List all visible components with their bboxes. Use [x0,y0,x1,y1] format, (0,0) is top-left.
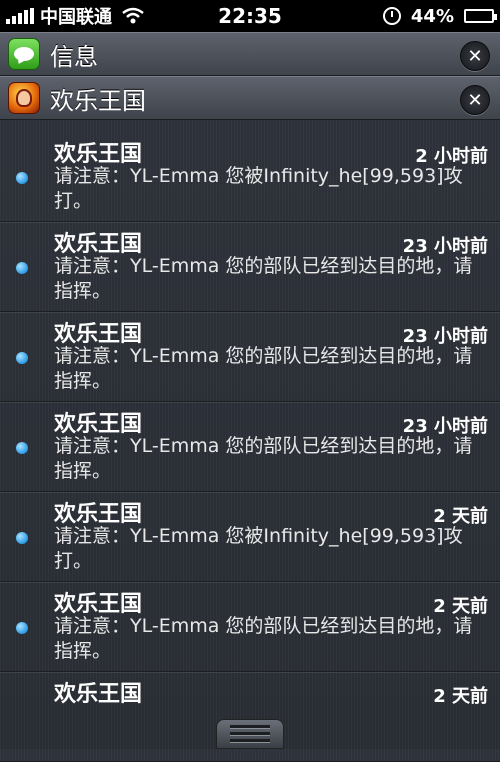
notification-body: 请注意：YL-Emma 您的部队已经到达目的地，请指挥。 [54,255,473,302]
notification-app: 欢乐王国 [54,682,143,707]
drag-handle[interactable] [216,719,284,749]
notification-body: 请注意：YL-Emma 您被Infinity_he[99,593]攻打。 [54,525,463,572]
notification-item[interactable]: 欢乐王国 2 小时前 请注意：YL-Emma 您被Infinity_he[99,… [0,132,500,222]
game-app-icon [8,82,40,114]
section-title: 信息 [50,42,98,71]
notification-body: 请注意：YL-Emma 您被Infinity_he[99,593]攻打。 [54,165,463,212]
section-title: 欢乐王国 [50,86,146,115]
battery-icon [464,9,497,23]
wifi-icon [122,7,144,24]
section-game[interactable]: 欢乐王国 ✕ [0,76,500,120]
close-button[interactable]: ✕ [460,85,490,115]
carrier-name: 中国联通 [40,7,112,28]
unread-dot-icon [16,442,28,454]
unread-dot-icon [16,172,28,184]
notification-item[interactable]: 欢乐王国 23 小时前 请注意：YL-Emma 您的部队已经到达目的地，请指挥。 [0,312,500,402]
section-messages[interactable]: 信息 ✕ [0,32,500,76]
notification-item[interactable]: 欢乐王国 23 小时前 请注意：YL-Emma 您的部队已经到达目的地，请指挥。 [0,402,500,492]
notification-item[interactable]: 欢乐王国 23 小时前 请注意：YL-Emma 您的部队已经到达目的地，请指挥。 [0,222,500,312]
notification-body: 请注意：YL-Emma 您的部队已经到达目的地，请指挥。 [54,345,473,392]
notification-body: 请注意：YL-Emma 您的部队已经到达目的地，请指挥。 [54,435,473,482]
close-button[interactable]: ✕ [460,41,490,71]
unread-dot-icon [16,622,28,634]
unread-dot-icon [16,352,28,364]
signal-strength-icon [6,8,34,24]
status-time: 22:35 [218,4,282,28]
battery-percent: 44% [410,5,454,27]
notification-time: 2 天前 [433,686,488,707]
alarm-clock-icon [382,7,401,25]
notification-item[interactable]: 欢乐王国 2 天前 请注意：YL-Emma 您的部队已经到达目的地，请指挥。 [0,582,500,672]
notification-body: 请注意：YL-Emma 您的部队已经到达目的地，请指挥。 [54,615,473,662]
status-bar: 中国联通 22:35 44% [0,0,500,32]
notification-list: 欢乐王国 2 小时前 请注意：YL-Emma 您被Infinity_he[99,… [0,132,500,762]
unread-dot-icon [16,532,28,544]
unread-dot-icon [16,262,28,274]
messages-app-icon [8,38,40,70]
notification-item[interactable]: 欢乐王国 2 天前 请注意：YL-Emma 您被Infinity_he[99,5… [0,492,500,582]
